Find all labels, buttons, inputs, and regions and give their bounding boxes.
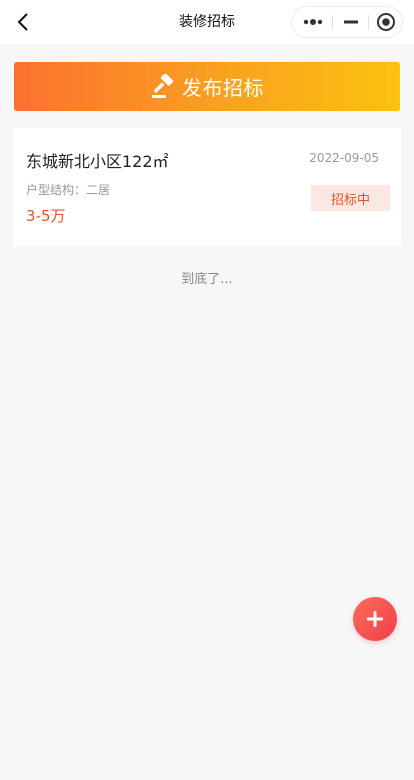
tender-card[interactable]: 东城新北小区122㎡ 2022-09-05 户型结构：二居 3-5万 招标中 xyxy=(13,128,401,246)
more-dots-icon xyxy=(303,19,322,25)
tender-layout: 户型结构：二居 xyxy=(26,183,111,197)
tender-price: 3-5万 xyxy=(26,207,66,225)
publish-tender-button[interactable]: 发布招标 xyxy=(14,62,400,111)
tender-title: 东城新北小区122㎡ xyxy=(26,152,169,171)
minimize-button[interactable] xyxy=(333,7,368,37)
navbar: 装修招标 xyxy=(0,0,414,44)
gavel-icon xyxy=(152,73,174,98)
tender-date: 2022-09-05 xyxy=(309,151,379,165)
status-badge: 招标中 xyxy=(311,185,390,211)
mini-program-capsule xyxy=(291,6,403,38)
minimize-icon xyxy=(343,20,358,24)
more-button[interactable] xyxy=(292,7,333,37)
target-circle-icon xyxy=(377,13,395,31)
plus-icon xyxy=(367,611,383,627)
publish-tender-label: 发布招标 xyxy=(182,76,264,100)
list-end-text: 到底了... xyxy=(181,272,233,287)
add-button[interactable] xyxy=(353,597,397,641)
close-button[interactable] xyxy=(369,7,403,37)
